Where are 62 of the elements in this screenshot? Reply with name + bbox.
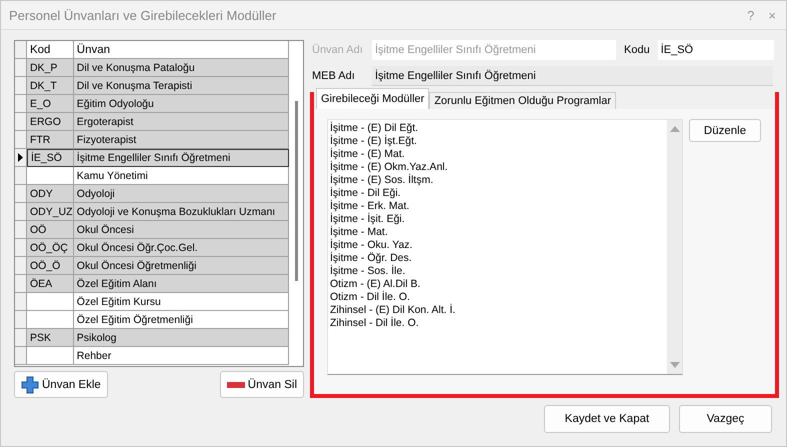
table-cell: Odyoloji [74, 185, 289, 202]
module-item[interactable]: İşitme - (E) Okm.Yaz.Anl. [330, 161, 665, 174]
table-cell: OÖ [26, 221, 74, 238]
module-item[interactable]: Zihinsel - Dil İle. O. [330, 317, 665, 330]
delete-title-button[interactable]: Ünvan Sil [220, 371, 304, 398]
add-title-button[interactable]: Ünvan Ekle [14, 371, 108, 398]
cancel-button[interactable]: Vazgeç [679, 405, 772, 433]
tab[interactable]: Zorunlu Eğitmen Olduğu Programlar [429, 92, 616, 109]
module-item[interactable]: İşitme - İşit. Eği. [330, 213, 665, 226]
table-cell: Eğitim Odyoloğu [74, 95, 289, 112]
scrollbar[interactable] [667, 120, 682, 374]
table-cell: OÖ_Ö [26, 257, 74, 274]
table-cell: DK_P [26, 59, 74, 76]
field-label: MEB Adı [312, 70, 356, 82]
table-cell: Dil ve Konuşma Pataloğu [74, 59, 289, 76]
table-cell: FTR [26, 131, 74, 148]
meb-name-field[interactable]: İşitme Engelliler Sınıfı Öğretmeni [372, 66, 773, 86]
module-item[interactable]: İşitme - (E) İşt.Eğt. [330, 135, 665, 148]
table-cell: Özel Eğitim Alanı [74, 275, 289, 292]
module-item[interactable]: İşitme - Sos. İle. [330, 265, 665, 278]
module-item[interactable]: İşitme - Mat. [330, 226, 665, 239]
table-cell: OÖ_ÖÇ [26, 239, 74, 256]
code-field[interactable]: İE_SÖ [658, 40, 774, 60]
module-item[interactable]: Otizm - Dil İle. O. [330, 291, 665, 304]
table-cell: İE_SÖ [26, 149, 74, 167]
window-title: Personel Ünvanları ve Girebilecekleri Modüller [9, 8, 276, 22]
current-row-icon [18, 153, 23, 162]
field-label: Kodu [624, 44, 650, 56]
plus-icon [21, 376, 39, 394]
tab[interactable]: Girebileceği Modüller [316, 88, 430, 109]
module-item[interactable]: İşitme - Erk. Mat. [330, 200, 665, 213]
minus-icon [226, 380, 245, 388]
table-cell: ERGO [26, 113, 74, 130]
module-item[interactable]: İşitme - Dil Eği. [330, 187, 665, 200]
table-cell: Ergoterapist [74, 113, 289, 130]
scroll-up-icon[interactable] [670, 126, 680, 132]
table-cell: Okul Öncesi Öğr.Çoc.Gel. [74, 239, 289, 256]
table-cell: ODY_UZ [26, 203, 74, 220]
module-item[interactable]: Otizm - (E) Al.Dil B. [330, 278, 665, 291]
module-item[interactable]: İşitme - (E) Mat. [330, 148, 665, 161]
save-and-close-button[interactable]: Kaydet ve Kapat [544, 405, 670, 433]
module-item[interactable]: Zihinsel - (E) Dil Kon. Alt. İ. [330, 304, 665, 317]
module-item[interactable]: İşitme - (E) Sos. İltşm. [330, 174, 665, 187]
table-cell: ÖEA [26, 275, 74, 292]
scroll-down-icon[interactable] [670, 362, 680, 368]
edit-button[interactable]: Düzenle [689, 119, 761, 142]
module-item[interactable]: İşitme - Oku. Yaz. [330, 239, 665, 252]
table-cell: Okul Öncesi Öğretmenliği [74, 257, 289, 274]
table-cell: Fizyoterapist [74, 131, 289, 148]
table-cell: ODY [26, 185, 74, 202]
table-cell: Psikolog [74, 329, 289, 346]
table-cell: PSK [26, 329, 74, 346]
table-cell: DK_T [26, 77, 74, 94]
module-item[interactable]: İşitme - (E) Dil Eğt. [330, 122, 665, 135]
table-cell: Dil ve Konuşma Terapisti [74, 77, 289, 94]
field-label: Ünvan Adı [312, 44, 364, 56]
table-cell: İşitme Engelliler Sınıfı Öğretmeni [74, 149, 289, 167]
module-item[interactable]: İşitme - Öğr. Des. [330, 252, 665, 265]
table-cell: Odyoloji ve Konuşma Bozuklukları Uzmanı [74, 203, 289, 220]
row-indicator[interactable] [15, 149, 27, 166]
table-cell: Okul Öncesi [74, 221, 289, 238]
table-cell: E_O [26, 95, 74, 112]
